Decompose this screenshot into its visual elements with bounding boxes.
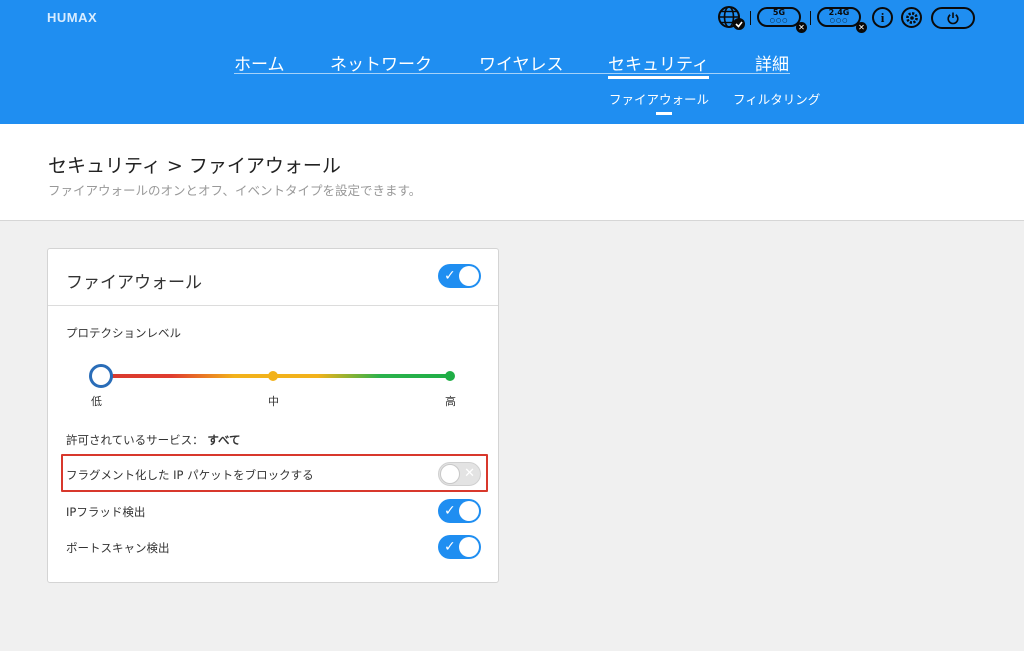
nav-network[interactable]: ネットワーク [330, 50, 432, 75]
nav-wireless[interactable]: ワイヤレス [479, 50, 564, 75]
internet-status-icon[interactable] [716, 6, 746, 30]
toggle-knob [459, 537, 479, 557]
x-icon: ✕ [464, 466, 475, 481]
card-header: ファイアウォール ✓ [48, 249, 498, 306]
wifi-dots-icon: ○○○ [829, 17, 849, 24]
disabled-x-icon: ✕ [856, 22, 867, 33]
top-header: HUMAX 5G ○○○ ✕ 2.4G ○○○ ✕ i ホーム ネットワーク ワ… [0, 0, 1024, 124]
subnav-filtering[interactable]: フィルタリング [733, 89, 820, 108]
power-icon [947, 12, 959, 25]
nav-security[interactable]: セキュリティ [608, 50, 709, 79]
divider [750, 11, 751, 25]
page-title: セキュリティ > ファイアウォール [48, 155, 341, 177]
protection-level-label: プロテクションレベル [66, 326, 181, 340]
level-low-label: 低 [91, 395, 102, 408]
option-label-port-scan: ポートスキャン検出 [66, 541, 170, 555]
firewall-card: ファイアウォール ✓ プロテクションレベル 低 中 高 許可されているサービス：… [47, 248, 499, 583]
level-mid-label: 中 [268, 395, 279, 408]
subnav-firewall[interactable]: ファイアウォール [609, 89, 709, 108]
wifi-5g-label: 5G [772, 8, 786, 17]
page-description: ファイアウォールのオンとオフ、イベントタイプを設定できます。 [48, 183, 422, 198]
level-high-dot[interactable] [445, 371, 455, 381]
subnav-active-indicator [656, 112, 672, 115]
nav-advanced[interactable]: 詳細 [755, 50, 789, 75]
globe-icon [718, 6, 745, 30]
level-mid-dot[interactable] [268, 371, 278, 381]
allowed-services-label: 許可されているサービス： [66, 433, 204, 447]
check-icon: ✓ [444, 539, 456, 555]
toggle-knob [440, 464, 460, 484]
wifi-24g-label: 2.4G [828, 8, 850, 17]
toggle-knob [459, 501, 479, 521]
main-nav: ホーム ネットワーク ワイヤレス セキュリティ 詳細 [234, 46, 790, 79]
wifi-dots-icon: ○○○ [769, 17, 789, 24]
toggle-knob [459, 266, 479, 286]
power-button[interactable] [931, 7, 975, 29]
info-icon[interactable]: i [872, 7, 893, 28]
humax-logo[interactable]: HUMAX [47, 10, 97, 25]
check-icon: ✓ [444, 503, 456, 519]
level-high-label: 高 [445, 395, 456, 408]
fragment-block-toggle[interactable]: ✕ [438, 462, 481, 486]
wifi-5g-status[interactable]: 5G ○○○ ✕ [757, 7, 807, 33]
option-label-ip-flood: IPフラッド検出 [66, 505, 146, 519]
divider [810, 11, 811, 25]
gear-icon[interactable] [901, 7, 922, 28]
ip-flood-toggle[interactable]: ✓ [438, 499, 481, 523]
wifi-24g-status[interactable]: 2.4G ○○○ ✕ [817, 7, 867, 33]
firewall-toggle[interactable]: ✓ [438, 264, 481, 288]
port-scan-toggle[interactable]: ✓ [438, 535, 481, 559]
card-title: ファイアウォール [66, 273, 202, 293]
nav-home[interactable]: ホーム [234, 50, 285, 75]
disabled-x-icon: ✕ [796, 22, 807, 33]
protection-level-handle[interactable] [89, 364, 113, 388]
allowed-services: 許可されているサービス： すべて [66, 432, 241, 448]
page-title-band: セキュリティ > ファイアウォール ファイアウォールのオンとオフ、イベントタイプ… [0, 124, 1024, 221]
allowed-services-value: すべて [207, 433, 241, 447]
option-label-fragment: フラグメント化した IP パケットをブロックする [66, 468, 314, 482]
check-icon: ✓ [444, 268, 456, 284]
